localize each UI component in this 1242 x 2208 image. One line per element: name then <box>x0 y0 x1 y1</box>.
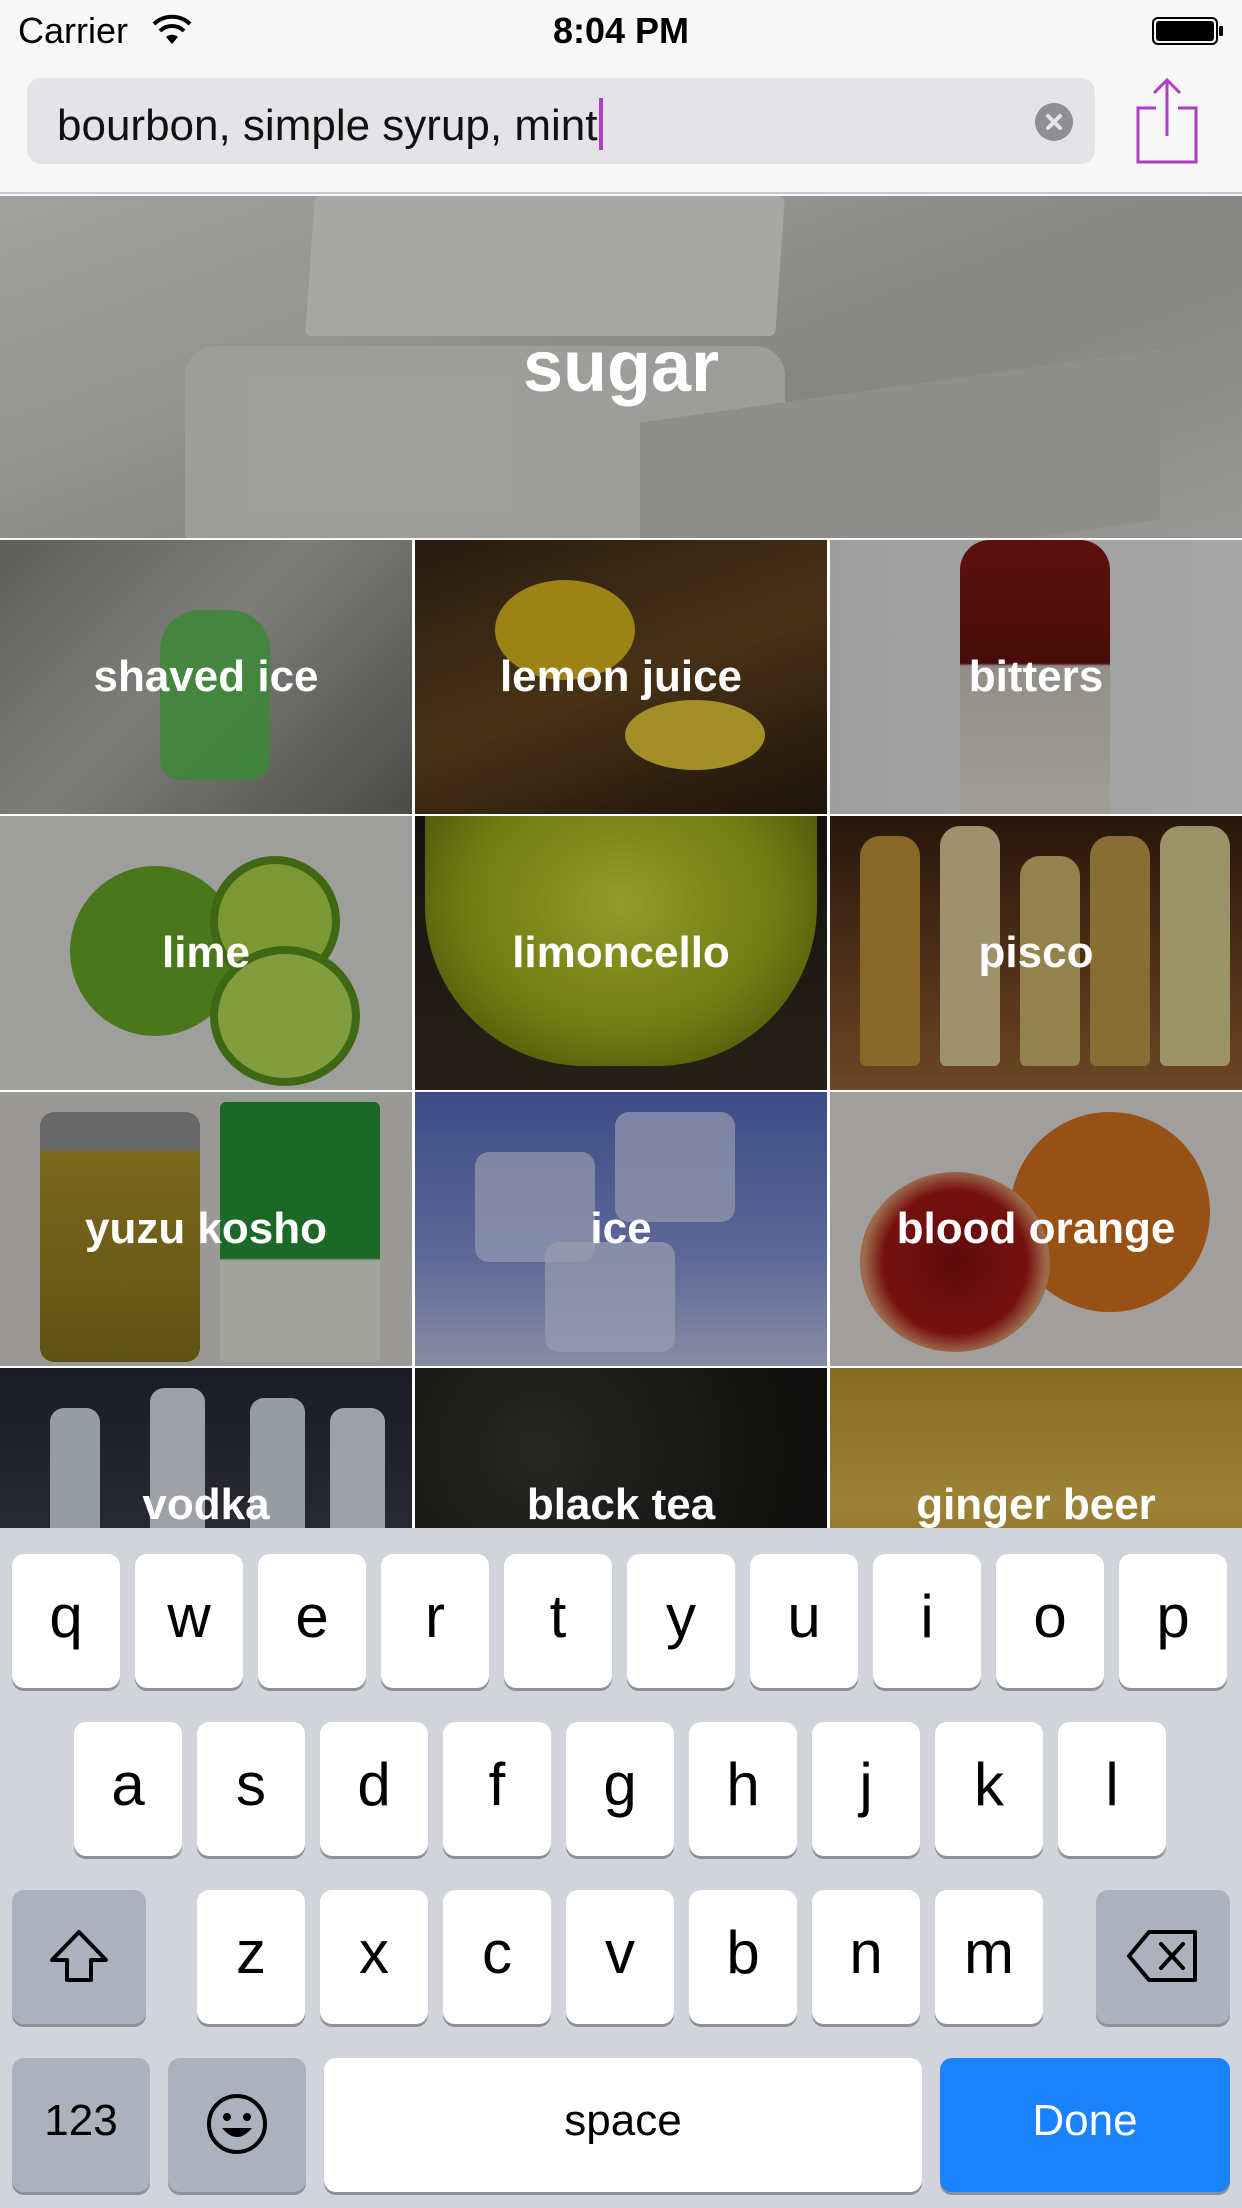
key-c[interactable]: c <box>443 1890 551 2024</box>
battery-icon <box>1152 17 1223 45</box>
emoji-key[interactable] <box>168 2058 306 2192</box>
emoji-icon <box>207 2094 267 2154</box>
key-m[interactable]: m <box>935 1890 1043 2024</box>
key-v[interactable]: v <box>566 1890 674 2024</box>
ingredient-label: vodka <box>142 1480 270 1528</box>
key-k[interactable]: k <box>935 1722 1043 1856</box>
key-r[interactable]: r <box>381 1554 489 1688</box>
ingredient-label: sugar <box>522 327 720 407</box>
ingredient-label: bitters <box>968 652 1104 701</box>
ingredient-label: yuzu kosho <box>84 1204 328 1253</box>
ingredient-label: ice <box>590 1204 652 1253</box>
ingredient-tile[interactable]: ginger beer <box>830 1368 1242 1528</box>
clear-search-button[interactable] <box>1035 103 1073 141</box>
ingredient-tile[interactable]: ice <box>415 1092 827 1366</box>
key-j[interactable]: j <box>812 1722 920 1856</box>
ingredient-label: black tea <box>526 1480 716 1528</box>
key-t[interactable]: t <box>504 1554 612 1688</box>
ingredient-tile[interactable]: vodka <box>0 1368 412 1528</box>
done-key[interactable]: Done <box>940 2058 1230 2192</box>
close-icon <box>1046 114 1062 130</box>
share-button[interactable] <box>1132 76 1202 166</box>
ingredient-tile-featured[interactable]: sugar <box>0 196 1242 538</box>
ingredient-tile[interactable]: limoncello <box>415 816 827 1090</box>
key-i[interactable]: i <box>873 1554 981 1688</box>
search-bar: bourbon, simple syrup, mint <box>0 62 1242 194</box>
ingredient-label: lemon juice <box>499 652 743 701</box>
search-input-value: bourbon, simple syrup, mint <box>57 101 598 150</box>
ingredient-tile[interactable]: bitters <box>830 540 1242 814</box>
key-g[interactable]: g <box>566 1722 674 1856</box>
keyboard: q w e r t y u i o p a s d f g h j k l z … <box>0 1528 1242 2208</box>
ingredient-label: blood orange <box>896 1204 1176 1253</box>
key-p[interactable]: p <box>1119 1554 1227 1688</box>
ingredient-tile[interactable]: yuzu kosho <box>0 1092 412 1366</box>
key-h[interactable]: h <box>689 1722 797 1856</box>
ingredient-tile[interactable]: pisco <box>830 816 1242 1090</box>
key-a[interactable]: a <box>74 1722 182 1856</box>
key-b[interactable]: b <box>689 1890 797 2024</box>
ingredient-label: ginger beer <box>916 1480 1156 1528</box>
key-l[interactable]: l <box>1058 1722 1166 1856</box>
clock-time: 8:04 PM <box>552 10 690 51</box>
key-n[interactable]: n <box>812 1890 920 2024</box>
key-o[interactable]: o <box>996 1554 1104 1688</box>
ingredient-label: shaved ice <box>93 652 319 701</box>
shift-icon <box>50 1930 108 1982</box>
ingredient-tile[interactable]: black tea <box>415 1368 827 1528</box>
numbers-key[interactable]: 123 <box>12 2058 150 2192</box>
key-z[interactable]: z <box>197 1890 305 2024</box>
key-q[interactable]: q <box>12 1554 120 1688</box>
ingredient-label: lime <box>161 928 251 977</box>
text-caret <box>599 98 604 150</box>
share-icon <box>1136 77 1198 164</box>
ingredient-label: limoncello <box>512 928 730 977</box>
search-input[interactable]: bourbon, simple syrup, mint <box>27 78 1095 164</box>
key-x[interactable]: x <box>320 1890 428 2024</box>
key-u[interactable]: u <box>750 1554 858 1688</box>
key-d[interactable]: d <box>320 1722 428 1856</box>
key-f[interactable]: f <box>443 1722 551 1856</box>
ingredient-grid: shaved ice lemon juice bitters lime limo… <box>0 540 1242 1528</box>
ingredient-tile[interactable]: blood orange <box>830 1092 1242 1366</box>
key-y[interactable]: y <box>627 1554 735 1688</box>
space-key[interactable]: space <box>324 2058 922 2192</box>
ingredient-tile[interactable]: lime <box>0 816 412 1090</box>
backspace-key[interactable] <box>1096 1890 1230 2024</box>
backspace-icon <box>1127 1930 1197 1982</box>
key-e[interactable]: e <box>258 1554 366 1688</box>
shift-key[interactable] <box>12 1890 146 2024</box>
ingredient-label: pisco <box>978 928 1094 977</box>
ingredient-tile[interactable]: lemon juice <box>415 540 827 814</box>
key-s[interactable]: s <box>197 1722 305 1856</box>
status-bar: Carrier 8:04 PM <box>0 0 1242 62</box>
key-w[interactable]: w <box>135 1554 243 1688</box>
ingredient-tile[interactable]: shaved ice <box>0 540 412 814</box>
